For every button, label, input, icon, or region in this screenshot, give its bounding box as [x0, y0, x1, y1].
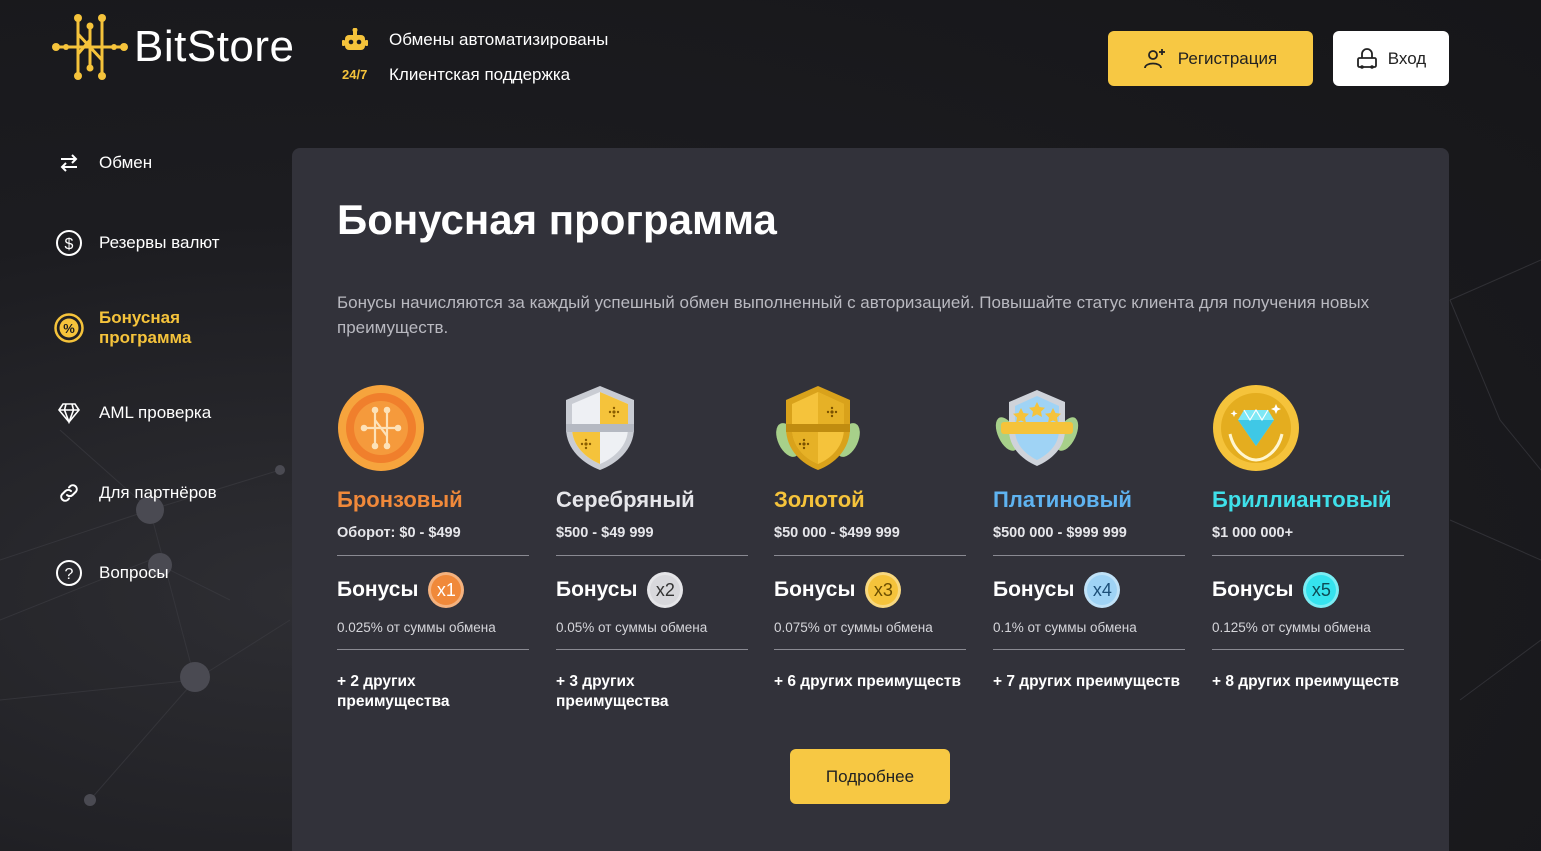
page-title: Бонусная программа [337, 196, 777, 243]
tier-silver: Серебряный $500 - $49 999 Бонусы x2 0.05… [556, 384, 748, 712]
more-details-button[interactable]: Подробнее [790, 749, 950, 804]
tier-percent: 0.025% от суммы обмена [337, 620, 496, 635]
info-support: 24/7 Клиентская поддержка [342, 57, 608, 92]
sidebar-item-label: Вопросы [99, 563, 169, 582]
logo-network-icon [52, 14, 128, 80]
tier-bonus-label: Бонусы [556, 578, 638, 601]
tier-gold: Золотой $50 000 - $499 999 Бонусы x3 0.0… [774, 384, 966, 692]
multiplier-badge: x2 [647, 572, 684, 608]
svg-text:$: $ [65, 236, 74, 253]
sidebar-item-label: Бонусная программа [99, 308, 192, 347]
divider [993, 555, 1185, 556]
tier-bonus-label: Бонусы [993, 578, 1075, 601]
sidebar-item-label: Обмен [99, 153, 153, 172]
add-user-icon [1143, 48, 1165, 68]
login-door-icon [1356, 47, 1377, 69]
info-automation-text: Обмены автоматизированы [389, 29, 609, 49]
tier-bonus: Бонусы x2 [556, 572, 748, 608]
divider [774, 649, 966, 650]
bronze-medal-icon [338, 385, 424, 471]
svg-text:?: ? [65, 566, 74, 583]
tier-range: $500 - $49 999 [556, 525, 654, 541]
tier-bonus: Бонусы x4 [993, 572, 1185, 608]
tier-more: + 6 других преимуществ [774, 673, 962, 690]
tier-percent: 0.125% от суммы обмена [1212, 620, 1371, 635]
tier-percent: 0.075% от суммы обмена [774, 620, 933, 635]
header-info: Обмены автоматизированы 24/7 Клиентская … [342, 22, 608, 92]
percent-circle-icon: % [54, 313, 84, 343]
register-button[interactable]: Регистрация [1108, 31, 1313, 86]
tier-percent: 0.05% от суммы обмена [556, 620, 708, 635]
divider [1212, 555, 1404, 556]
tier-bonus-label: Бонусы [774, 578, 856, 601]
tier-bonus: Бонусы x3 [774, 572, 966, 608]
tier-range: $1 000 000+ [1212, 525, 1294, 541]
tier-name: Бриллиантовый [1212, 487, 1392, 512]
robot-icon [342, 27, 376, 52]
tier-name: Золотой [774, 487, 865, 512]
divider [337, 555, 529, 556]
gold-shield-icon [776, 386, 860, 470]
sidebar-item-exchange[interactable]: Обмен [54, 148, 152, 178]
login-button[interactable]: Вход [1333, 31, 1449, 86]
tier-bonus: Бонусы x1 [337, 572, 529, 608]
tier-range: $500 000 - $999 999 [993, 525, 1127, 541]
silver-shield-icon [566, 386, 634, 470]
link-icon [54, 478, 84, 508]
tier-name: Бронзовый [337, 487, 463, 512]
sidebar-item-aml[interactable]: AML проверка [54, 398, 211, 428]
sidebar-item-label: Для партнёров [99, 483, 217, 502]
divider [337, 649, 529, 650]
platinum-crest-icon [995, 390, 1079, 466]
sidebar-item-bonus[interactable]: % Бонусная программа [54, 308, 209, 348]
tier-bronze: Бронзовый Оборот: $0 - $499 Бонусы x1 0.… [337, 384, 529, 712]
sidebar-item-label: Резервы валют [99, 233, 220, 252]
exchange-arrows-icon [54, 148, 84, 178]
divider [556, 649, 748, 650]
info-automation: Обмены автоматизированы [342, 22, 608, 57]
multiplier-badge: x4 [1084, 572, 1121, 608]
dollar-circle-icon: $ [54, 228, 84, 258]
support-24-7-icon: 24/7 [342, 67, 368, 82]
sidebar-item-faq[interactable]: ? Вопросы [54, 558, 169, 588]
multiplier-badge: x1 [428, 572, 465, 608]
info-support-text: Клиентская поддержка [389, 64, 571, 84]
sidebar-item-label: AML проверка [99, 403, 212, 422]
divider [993, 649, 1185, 650]
logo-text: BitStore [134, 22, 295, 71]
tier-percent: 0.1% от суммы обмена [993, 620, 1137, 635]
divider [556, 555, 748, 556]
page-description: Бонусы начисляются за каждый успешный об… [337, 293, 1370, 337]
sidebar-item-reserves[interactable]: $ Резервы валют [54, 228, 220, 258]
multiplier-badge: x5 [1303, 572, 1340, 608]
tier-diamond: Бриллиантовый $1 000 000+ Бонусы x5 0.12… [1212, 384, 1404, 692]
diamond-medal-icon [1213, 385, 1299, 471]
tier-more: + 8 других преимуществ [1212, 673, 1400, 690]
tier-bonus-label: Бонусы [1212, 578, 1294, 601]
bitstore-logo[interactable]: BitStore [52, 12, 295, 82]
tier-range: Оборот: $0 - $499 [337, 525, 461, 541]
tier-bonus: Бонусы x5 [1212, 572, 1404, 608]
login-label: Вход [1387, 48, 1427, 68]
tier-name: Платиновый [993, 487, 1132, 512]
divider [1212, 649, 1404, 650]
tier-bonus-label: Бонусы [337, 578, 419, 601]
tier-platinum: Платиновый $500 000 - $999 999 Бонусы x4… [993, 384, 1185, 692]
register-label: Регистрация [1177, 48, 1278, 68]
multiplier-badge: x3 [865, 572, 902, 608]
tier-range: $50 000 - $499 999 [774, 525, 900, 541]
tier-more: + 7 других преимуществ [993, 673, 1181, 690]
sidebar-item-partners[interactable]: Для партнёров [54, 478, 217, 508]
tier-name: Серебряный [556, 487, 695, 512]
bonus-program-card: Бонусная программа Бонусы начисляются за… [292, 148, 1449, 851]
diamond-icon [54, 398, 84, 428]
tier-more: + 2 других преимущества [337, 673, 450, 710]
divider [774, 555, 966, 556]
svg-text:%: % [63, 321, 75, 336]
question-circle-icon: ? [54, 558, 84, 588]
tier-more: + 3 других преимущества [556, 673, 669, 710]
